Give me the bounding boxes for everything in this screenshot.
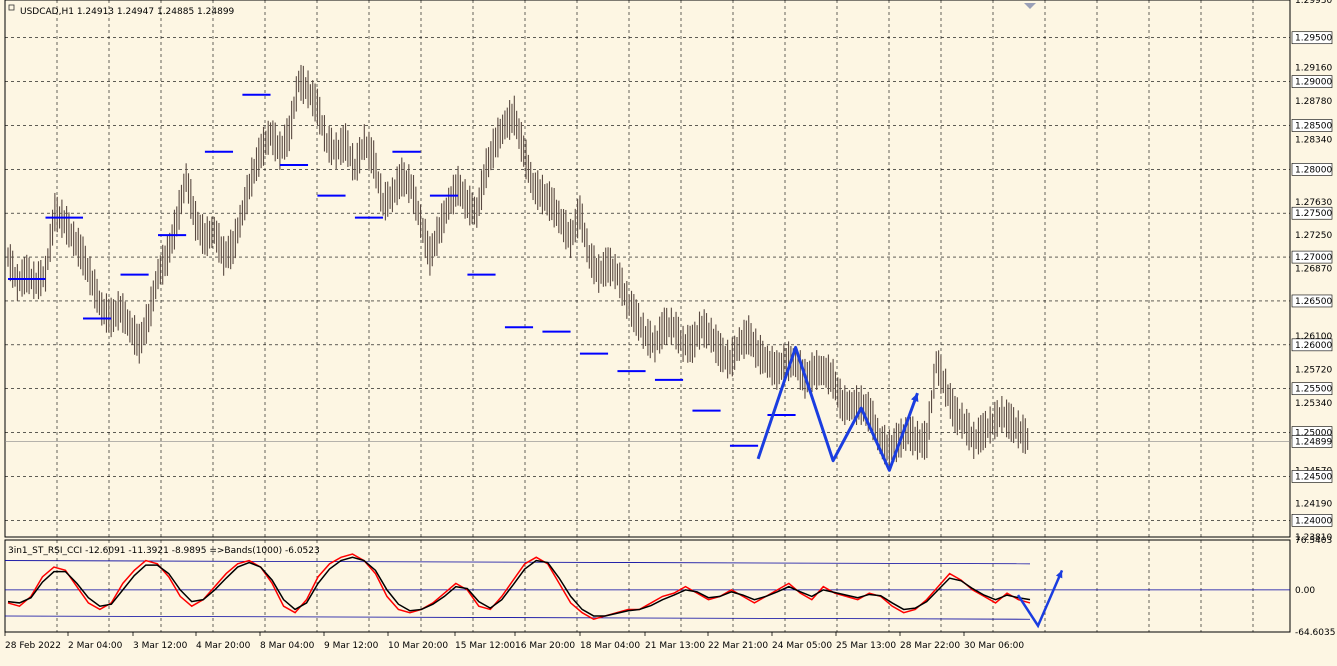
indicator-main-line [7, 553, 1031, 621]
time-tick-label: 15 Mar 12:00 [455, 641, 515, 651]
time-tick-label: 10 Mar 20:00 [388, 641, 448, 651]
time-tick-label: 30 Mar 06:00 [964, 641, 1024, 651]
price-tick-label: 1.29000 [1295, 78, 1332, 88]
symbol-icon [8, 4, 15, 11]
time-tick-label: 8 Mar 04:00 [260, 641, 315, 651]
time-tick-label: 28 Feb 2022 [5, 641, 61, 651]
price-tick-label: 1.25340 [1295, 399, 1332, 409]
price-tick-label: 1.24000 [1295, 516, 1332, 526]
price-tick-label: 1.26870 [1295, 265, 1332, 275]
lower-band [4, 615, 1031, 620]
time-tick-label: 28 Mar 22:00 [900, 641, 960, 651]
time-tick-label: 16 Mar 20:00 [515, 641, 575, 651]
price-tick-label: 1.24899 [1295, 437, 1332, 447]
price-tick-label: 1.28000 [1295, 165, 1332, 175]
upper-band [4, 560, 1031, 565]
price-tick-label: 1.27000 [1295, 253, 1332, 263]
price-tick-label: 1.27250 [1295, 231, 1332, 241]
time-tick-label: 18 Mar 04:00 [580, 641, 640, 651]
indicator-tick-label: -64.6035 [1295, 628, 1335, 638]
price-tick-label: 1.27630 [1295, 198, 1332, 208]
price-tick-label: 1.24500 [1295, 472, 1332, 482]
price-tick-label: 1.29930 [1295, 0, 1332, 6]
price-tick-label: 1.27500 [1295, 209, 1332, 219]
price-tick-label: 1.25500 [1295, 385, 1332, 395]
chart-shift-marker[interactable] [1024, 3, 1036, 9]
indicator-title: 3in1_ST_RSI_CCI -12.6091 -11.3921 -8.989… [8, 546, 320, 556]
time-tick-label: 4 Mar 20:00 [196, 641, 251, 651]
chart-title: USDCAD,H1 1.24913 1.24947 1.24885 1.2489… [20, 7, 235, 17]
price-tick-label: 1.28500 [1295, 121, 1332, 131]
chart-window[interactable]: 1.29930 1.29500 1.29160 1.29000 1.28780 1.285… [0, 0, 1337, 662]
time-tick-label: 22 Mar 21:00 [708, 641, 768, 651]
chart-canvas[interactable]: 1.29930 1.29500 1.29160 1.29000 1.28780 1.285… [0, 0, 1337, 662]
price-tick-label: 1.25720 [1295, 365, 1332, 375]
price-tick-label: 1.28780 [1295, 97, 1332, 107]
time-tick-label: 25 Mar 13:00 [836, 641, 896, 651]
time-tick-label: 21 Mar 13:00 [645, 641, 705, 651]
price-tick-label: 1.28340 [1295, 136, 1332, 146]
time-tick-label: 2 Mar 04:00 [68, 641, 123, 651]
indicator-tick-label: 76.5403 [1295, 536, 1332, 546]
projection-arrowhead [911, 393, 919, 403]
price-tick-label: 1.24190 [1295, 500, 1332, 510]
price-tick-label: 1.26500 [1295, 297, 1332, 307]
time-tick-label: 3 Mar 12:00 [133, 641, 188, 651]
price-tick-label: 1.29500 [1295, 34, 1332, 44]
price-tick-label: 1.26000 [1295, 341, 1332, 351]
price-tick-label: 1.29160 [1295, 64, 1332, 74]
time-tick-label: 9 Mar 12:00 [324, 641, 379, 651]
time-tick-label: 24 Mar 05:00 [772, 641, 832, 651]
indicator-tick-label: 0.00 [1295, 586, 1315, 596]
